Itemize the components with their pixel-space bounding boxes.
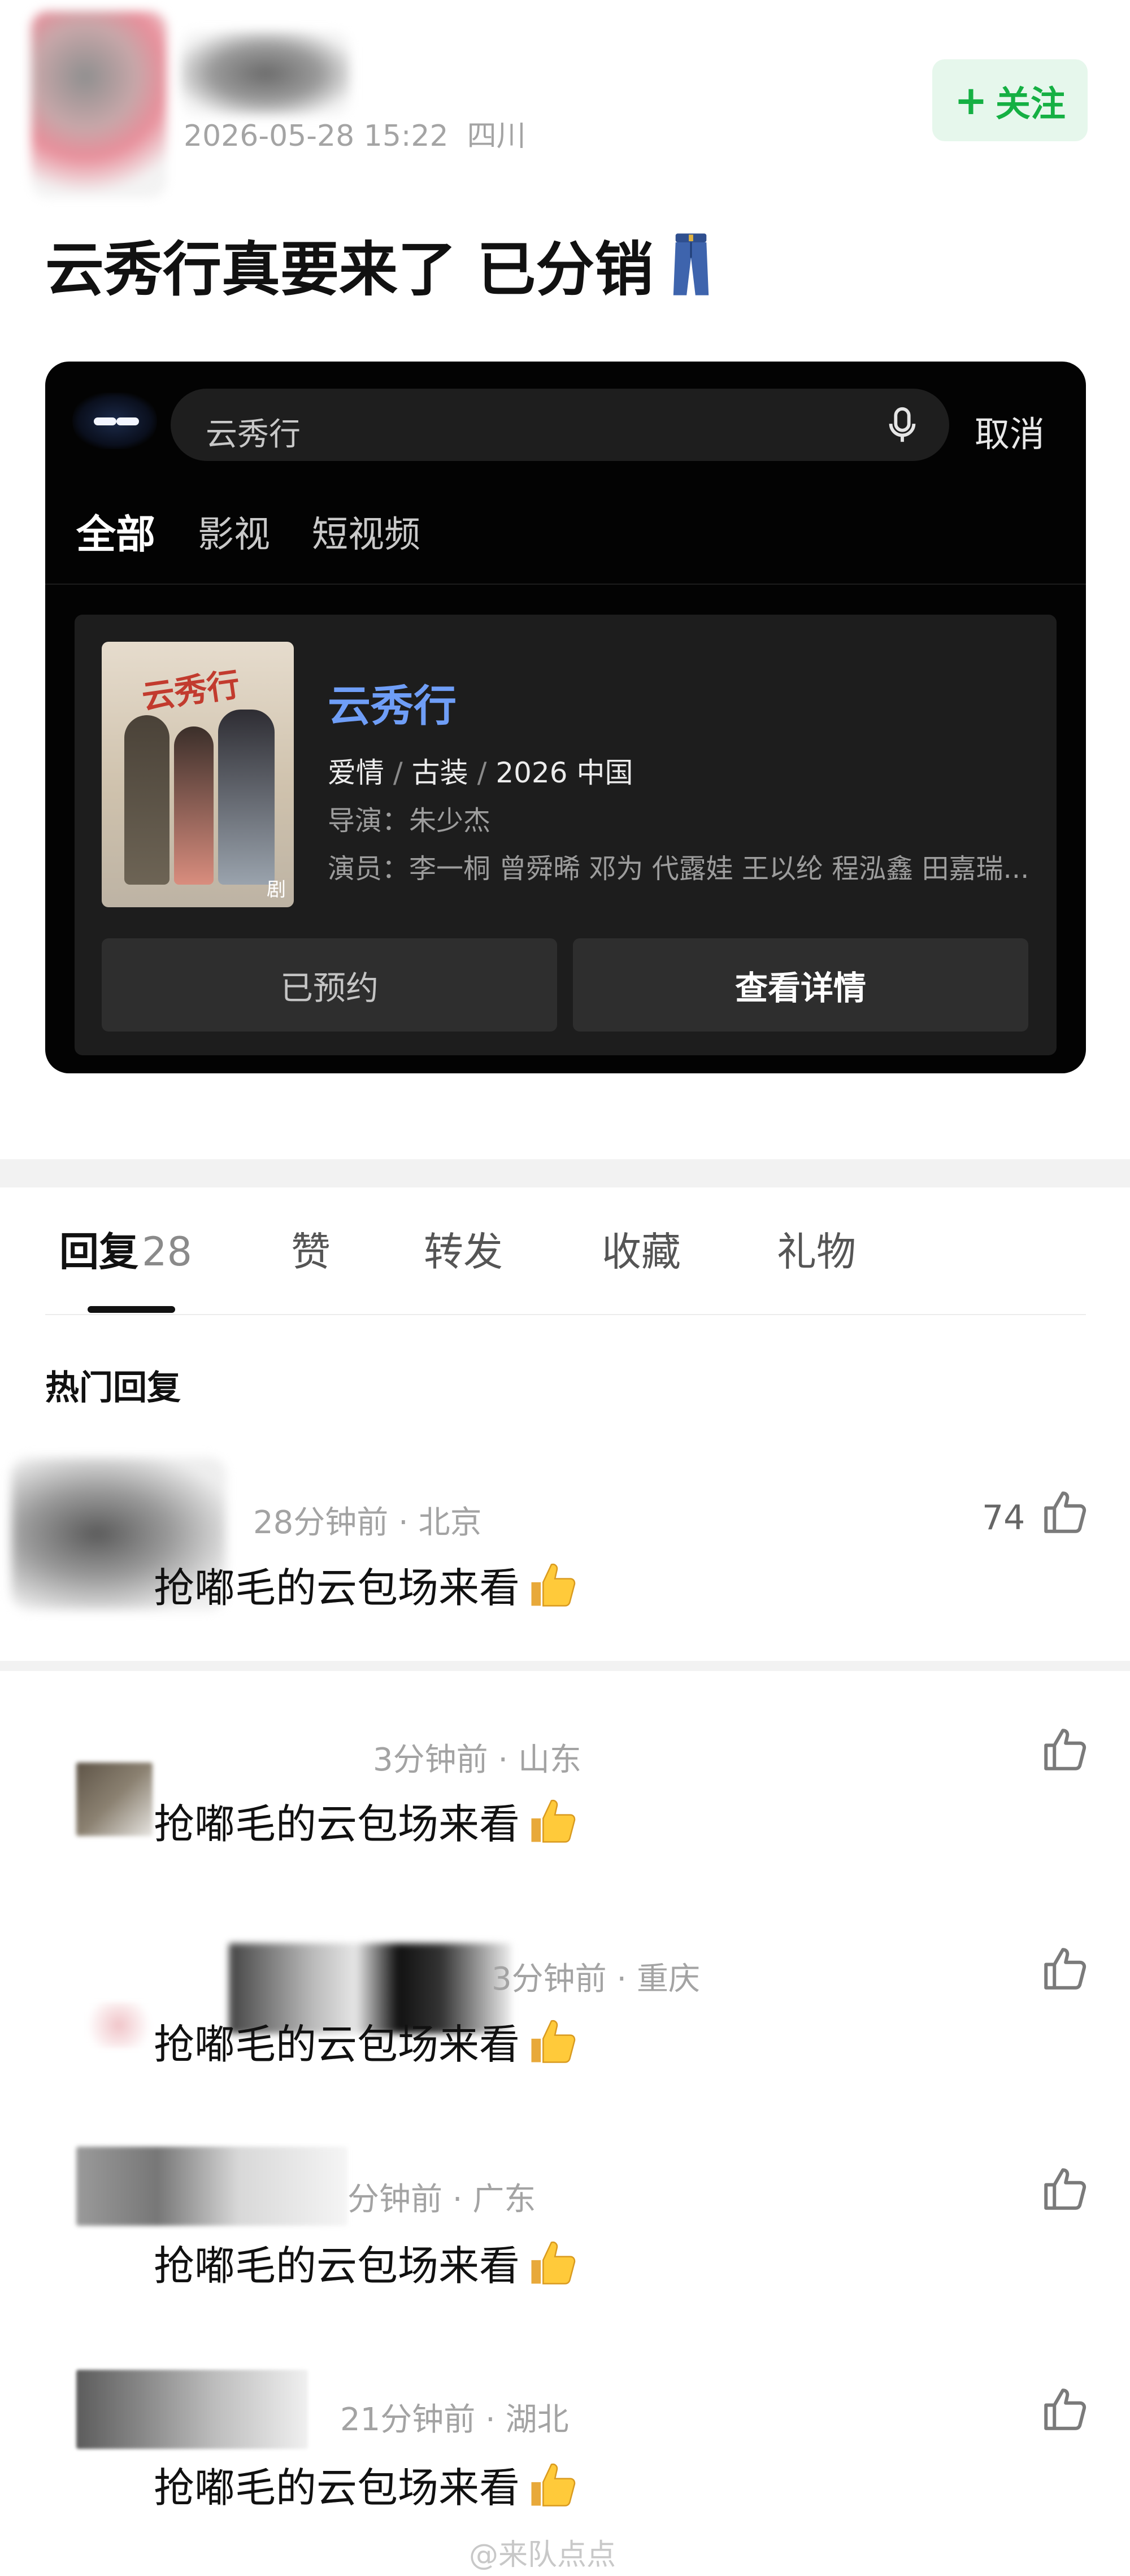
tag-year-region: 2026 中国 <box>496 756 633 789</box>
active-tab-indicator <box>88 1306 175 1313</box>
comment-text: 抢嘟毛的云包场来看 <box>154 2233 581 2292</box>
post-title: 云秀行真要来了 已分销 <box>45 221 713 307</box>
follow-label: 关注 <box>995 82 1066 124</box>
thumbs-up-icon[interactable] <box>1040 2164 1090 2214</box>
comment-body: 抢嘟毛的云包场来看 <box>154 1800 520 1848</box>
card-divider <box>45 584 1086 585</box>
thumbs-up-emoji-icon <box>531 2020 576 2063</box>
post-tabs: 回复28 赞 转发 收藏 礼物 <box>0 1220 1130 1288</box>
comment-meta: 3分钟前 · 重庆 <box>492 1961 701 1998</box>
comment-text: 抢嘟毛的云包场来看 <box>154 2455 581 2514</box>
comment-separator <box>0 1661 1130 1671</box>
post-meta: 2026-05-28 15:22 四川 <box>184 112 526 154</box>
poster-calligraphy: 云秀行 <box>139 665 242 717</box>
reserved-button[interactable]: 已预约 <box>102 938 557 1032</box>
reply-count: 28 <box>142 1229 193 1275</box>
author-name[interactable] <box>181 31 350 116</box>
app-logo-icon <box>72 393 157 449</box>
result-director: 导演：朱少杰 <box>328 805 491 837</box>
comment-avatar[interactable] <box>76 2370 308 2449</box>
plus-icon: + <box>954 77 988 124</box>
like-count: 74 <box>982 1498 1025 1538</box>
tab-replies-label: 回复 <box>59 1229 138 1275</box>
thumbs-up-icon[interactable] <box>1040 1724 1090 1775</box>
tab-likes[interactable]: 赞 <box>291 1220 331 1277</box>
search-screenshot-card[interactable]: 云秀行 取消 全部 影视 短视频 云秀行 剧 云秀行 爱情 / 古装 / 202… <box>45 362 1086 1073</box>
thumbs-up-icon[interactable] <box>1040 2384 1090 2435</box>
view-details-button[interactable]: 查看详情 <box>573 938 1028 1032</box>
tab-replies[interactable]: 回复28 <box>59 1220 192 1277</box>
comment-body: 抢嘟毛的云包场来看 <box>154 2464 520 2512</box>
section-divider <box>0 1159 1130 1187</box>
post-location: 四川 <box>467 119 526 153</box>
result-title[interactable]: 云秀行 <box>328 671 457 733</box>
comment-meta: 分钟前 · 广东 <box>347 2181 536 2218</box>
tab-all[interactable]: 全部 <box>76 503 155 560</box>
tab-reposts[interactable]: 转发 <box>424 1220 503 1277</box>
comment-body: 抢嘟毛的云包场来看 <box>154 2021 520 2068</box>
tab-short-video[interactable]: 短视频 <box>312 506 420 558</box>
comment-text: 抢嘟毛的云包场来看 <box>154 2011 581 2070</box>
comment-avatar[interactable] <box>76 2147 347 2226</box>
thumbs-up-emoji-icon <box>531 1799 576 1843</box>
search-result-item[interactable]: 云秀行 剧 云秀行 爱情 / 古装 / 2026 中国 导演：朱少杰 演员：李一… <box>75 615 1057 1055</box>
tab-favorites[interactable]: 收藏 <box>602 1220 681 1277</box>
result-cast: 演员：李一桐 曾舜晞 邓为 代露娃 王以纶 程泓鑫 田嘉瑞... <box>328 853 1029 885</box>
comment-body: 抢嘟毛的云包场来看 <box>154 1564 520 1612</box>
comment-avatar[interactable] <box>79 2003 158 2048</box>
tabs-divider <box>45 1314 1086 1315</box>
author-avatar[interactable] <box>31 11 167 198</box>
cancel-button[interactable]: 取消 <box>975 406 1045 456</box>
post-title-text: 云秀行真要来了 已分销 <box>45 235 654 304</box>
hot-replies-label: 热门回复 <box>45 1368 181 1408</box>
result-tags: 爱情 / 古装 / 2026 中国 <box>328 756 633 789</box>
thumbs-up-emoji-icon <box>531 2241 576 2285</box>
thumbs-up-icon[interactable] <box>1040 1943 1090 1994</box>
thumbs-up-icon[interactable] <box>1040 1487 1090 1538</box>
poster-badge: 剧 <box>267 878 286 901</box>
search-value: 云秀行 <box>206 416 301 453</box>
follow-button[interactable]: + 关注 <box>932 59 1088 141</box>
comment-text: 抢嘟毛的云包场来看 <box>154 1791 581 1850</box>
microphone-icon[interactable] <box>883 406 922 445</box>
tag-genre: 爱情 <box>328 756 384 789</box>
thumbs-up-emoji-icon <box>531 2463 576 2507</box>
jeans-icon <box>673 233 709 295</box>
watermark: @来队点点 <box>469 2538 616 2572</box>
search-input[interactable]: 云秀行 <box>171 389 949 461</box>
tag-style: 古装 <box>411 756 468 789</box>
comment-text: 抢嘟毛的云包场来看 <box>154 1555 581 1614</box>
comment-meta: 3分钟前 · 山东 <box>373 1742 582 1778</box>
comment-body: 抢嘟毛的云包场来看 <box>154 2242 520 2290</box>
tab-gifts[interactable]: 礼物 <box>777 1220 856 1277</box>
comment-avatar[interactable] <box>76 1763 153 1836</box>
post-date: 2026-05-28 15:22 <box>184 119 449 153</box>
comment-meta: 21分钟前 · 湖北 <box>340 2401 569 2438</box>
thumbs-up-emoji-icon <box>531 1563 576 1607</box>
tab-film[interactable]: 影视 <box>198 506 270 558</box>
comment-meta: 28分钟前 · 北京 <box>253 1504 482 1541</box>
drama-poster[interactable]: 云秀行 剧 <box>102 642 294 907</box>
